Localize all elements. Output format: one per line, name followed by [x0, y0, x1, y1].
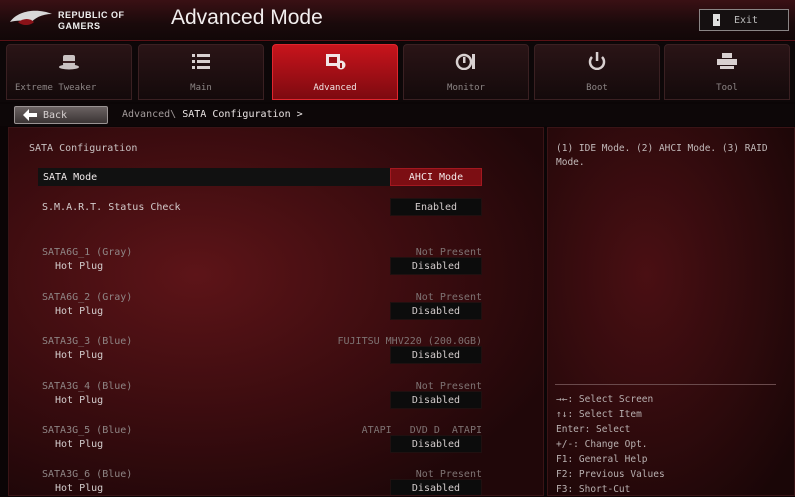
hotplug-label: Hot Plug — [55, 261, 104, 272]
tab-advanced[interactable]: Advanced — [272, 44, 398, 100]
key-hint: F2: Previous Values — [556, 469, 665, 480]
tab-extreme-tweaker[interactable]: Extreme Tweaker — [6, 44, 132, 100]
tab-boot[interactable]: Boot — [534, 44, 660, 100]
key-hint: +/-: Change Opt. — [556, 439, 648, 450]
rog-logo: REPUBLIC OF GAMERS — [8, 4, 158, 36]
tab-monitor[interactable]: Monitor — [403, 44, 529, 100]
key-hint: Enter: Select — [556, 424, 631, 435]
hotplug-select[interactable]: Disabled — [390, 391, 482, 409]
hotplug-select[interactable]: Disabled — [390, 479, 482, 495]
page-title: Advanced Mode — [171, 6, 323, 29]
tab-label: Monitor — [447, 83, 485, 93]
exit-door-icon — [713, 14, 720, 26]
hotplug-select[interactable]: Disabled — [390, 346, 482, 364]
list-icon — [192, 54, 210, 69]
back-label: Back — [43, 109, 68, 121]
back-arrow-icon — [23, 109, 37, 121]
key-hint: F1: General Help — [556, 454, 648, 465]
smart-select[interactable]: Enabled — [390, 198, 482, 216]
breadcrumb-parent[interactable]: Advanced\ — [122, 109, 176, 120]
hotplug-select[interactable]: Disabled — [390, 302, 482, 320]
chip-icon — [326, 54, 346, 70]
help-divider — [555, 384, 776, 385]
brand-line-1: REPUBLIC OF — [58, 10, 125, 20]
smart-row[interactable]: S.M.A.R.T. Status Check Enabled — [9, 198, 543, 216]
key-hint: F3: Short-Cut — [556, 484, 631, 495]
sata-mode-label: SATA Mode — [43, 172, 98, 183]
title-bar: REPUBLIC OF GAMERS Advanced Mode Exit — [0, 0, 795, 41]
back-button[interactable]: Back — [14, 106, 108, 124]
gauge-icon — [455, 53, 475, 70]
rog-eye-icon — [10, 10, 52, 25]
tab-label: Tool — [716, 83, 738, 93]
settings-panel: SATA Configuration SATA Mode AHCI Mode S… — [8, 127, 544, 496]
hotplug-row[interactable]: Hot Plug Disabled — [9, 479, 543, 495]
hotplug-label: Hot Plug — [55, 483, 104, 494]
tab-label: Advanced — [313, 83, 357, 93]
hotplug-row[interactable]: Hot Plug Disabled — [9, 391, 543, 409]
sata-mode-select[interactable]: AHCI Mode — [390, 168, 482, 186]
hotplug-select[interactable]: Disabled — [390, 257, 482, 275]
breadcrumb-current: SATA Configuration > — [182, 109, 303, 120]
tab-tool[interactable]: Tool — [664, 44, 790, 100]
key-hint: →←: Select Screen — [556, 394, 654, 405]
hotplug-row[interactable]: Hot Plug Disabled — [9, 302, 543, 320]
tab-label: Main — [190, 83, 212, 93]
navigation-bar: Back Advanced\ SATA Configuration > — [0, 104, 795, 126]
printer-icon — [717, 53, 737, 69]
hotplug-row[interactable]: Hot Plug Disabled — [9, 435, 543, 453]
hat-icon — [59, 55, 79, 70]
tab-main[interactable]: Main — [138, 44, 264, 100]
power-icon — [588, 52, 606, 70]
smart-label: S.M.A.R.T. Status Check — [42, 202, 181, 213]
exit-button[interactable]: Exit — [699, 9, 789, 31]
section-title: SATA Configuration — [29, 143, 138, 154]
help-panel: (1) IDE Mode. (2) AHCI Mode. (3) RAID Mo… — [547, 127, 795, 496]
key-legend: →←: Select Screen ↑↓: Select Item Enter:… — [556, 392, 665, 497]
sata-mode-row[interactable]: SATA Mode — [38, 168, 395, 186]
brand-line-2: GAMERS — [58, 21, 101, 31]
hotplug-label: Hot Plug — [55, 395, 104, 406]
hotplug-label: Hot Plug — [55, 306, 104, 317]
hotplug-row[interactable]: Hot Plug Disabled — [9, 346, 543, 364]
hotplug-label: Hot Plug — [55, 350, 104, 361]
exit-label: Exit — [734, 14, 759, 26]
key-hint: ↑↓: Select Item — [556, 409, 642, 420]
tab-label: Boot — [586, 83, 608, 93]
tab-label: Extreme Tweaker — [15, 83, 97, 93]
hotplug-label: Hot Plug — [55, 439, 104, 450]
hotplug-row[interactable]: Hot Plug Disabled — [9, 257, 543, 275]
hotplug-select[interactable]: Disabled — [390, 435, 482, 453]
help-description: (1) IDE Mode. (2) AHCI Mode. (3) RAID Mo… — [556, 143, 768, 168]
breadcrumb: Advanced\ SATA Configuration > — [122, 109, 303, 120]
main-tab-bar: Extreme Tweaker Main Advanced Monitor Bo… — [0, 42, 795, 102]
